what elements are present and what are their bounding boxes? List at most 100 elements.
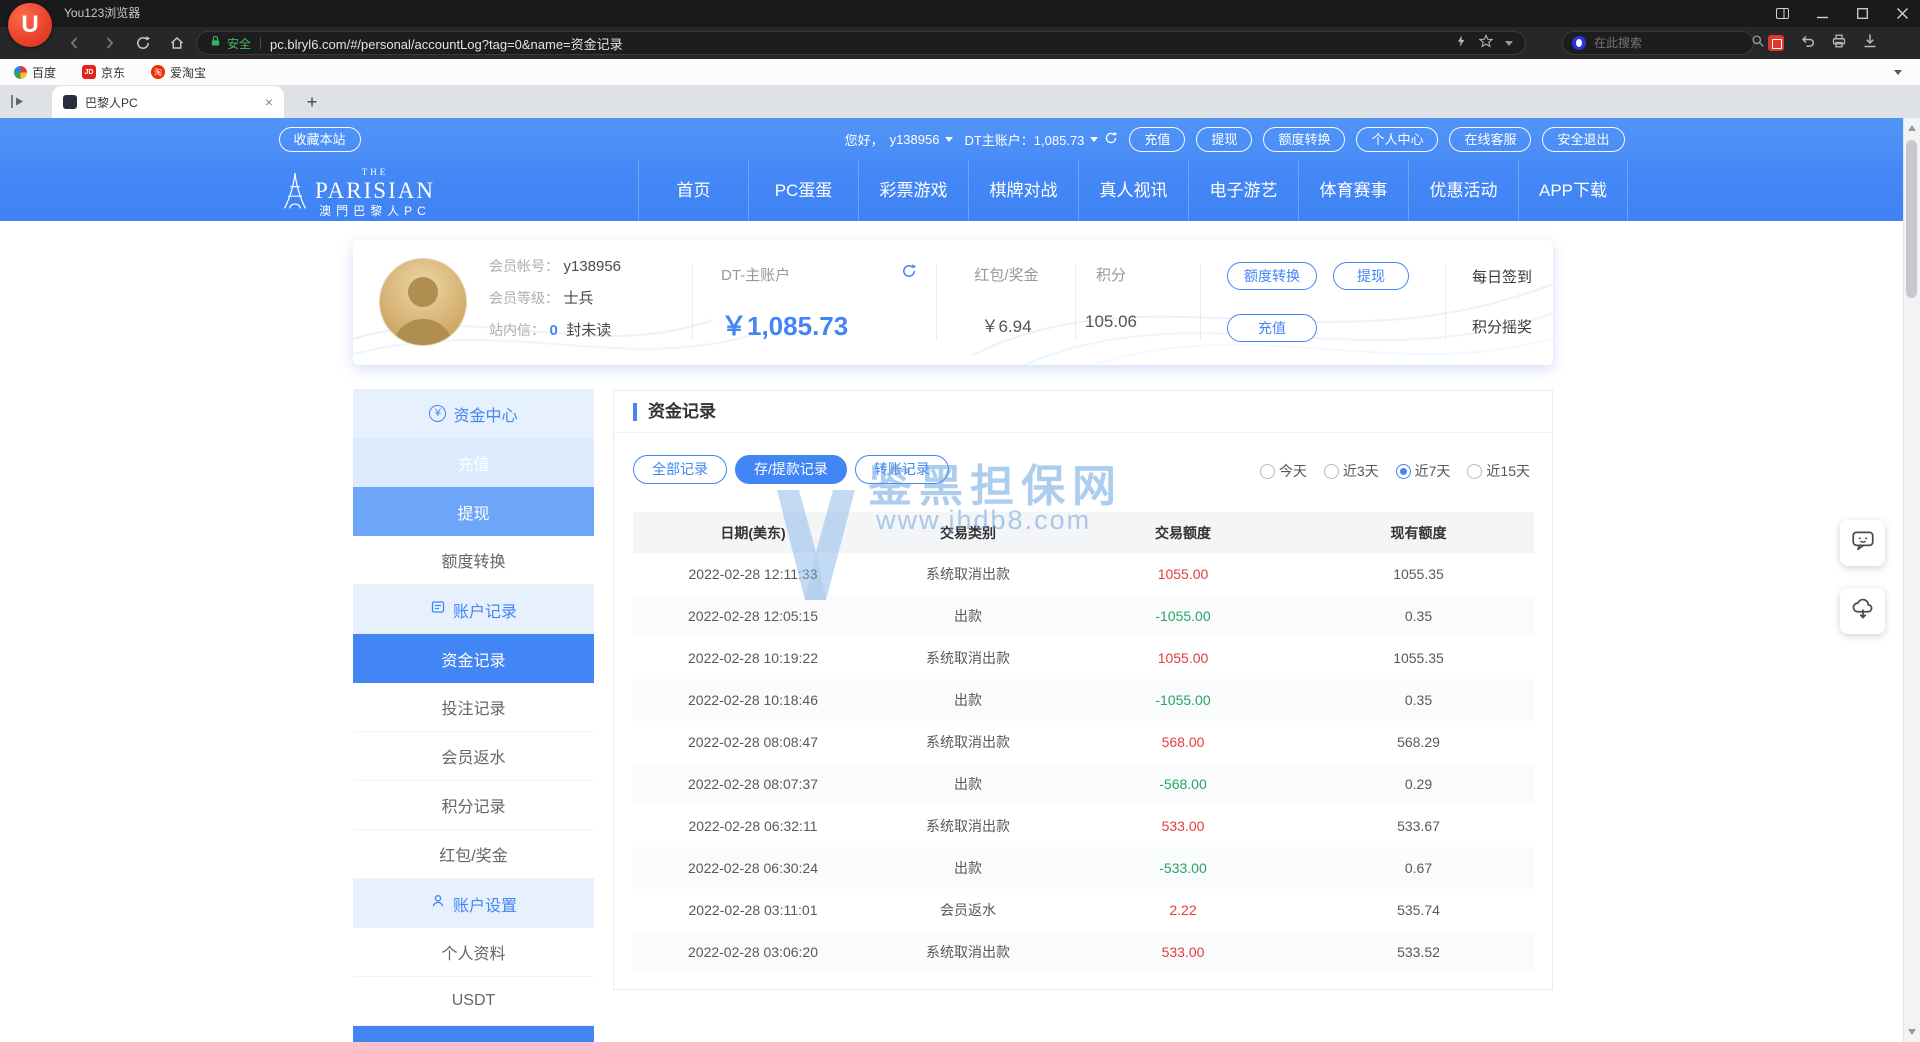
download-icon[interactable] [1862,33,1878,54]
close-icon[interactable] [1894,6,1910,22]
user-dropdown[interactable]: 您好， y138956 [845,130,954,149]
nav-live-casino[interactable]: 真人视讯 [1078,160,1188,221]
address-bar[interactable]: 安全 pc.blryl6.com/#/personal/accountLog?t… [196,31,1526,55]
range-today[interactable]: 今天 [1260,461,1307,481]
back-icon[interactable] [62,30,88,56]
bookmark-aitaobao[interactable]: 淘 爱淘宝 [151,64,206,81]
topbar-service-button[interactable]: 在线客服 [1449,127,1531,152]
title-accent-bar [633,403,637,421]
search-input[interactable] [1592,35,1751,51]
bookmarks-bar: 百度 JD 京东 淘 爱淘宝 [0,59,1920,86]
maximize-icon[interactable] [1854,6,1870,22]
tab-close-icon[interactable]: × [265,94,273,110]
tab-parisian[interactable]: 巴黎人PC × [52,86,284,118]
wallet-balance: ￥1,085.73 [721,306,848,343]
topbar-logout-button[interactable]: 安全退出 [1542,127,1624,152]
table-header-row: 日期(美东) 交易类别 交易额度 现有额度 [633,512,1534,553]
tab-deposit-withdraw-records[interactable]: 存/提款记录 [735,455,847,484]
window-controls [1774,0,1910,27]
scroll-down-icon[interactable] [1908,1029,1916,1035]
browser-logo[interactable]: U [8,3,52,47]
inbox-row[interactable]: 站内信： 0 封未读 [489,319,621,341]
scroll-up-icon[interactable] [1908,125,1916,131]
security-label: 安全 [227,35,251,52]
bookmark-star-icon[interactable] [1479,34,1493,53]
nav-promotions[interactable]: 优惠活动 [1408,160,1518,221]
sidebar-item-usdt[interactable]: USDT [353,977,594,1026]
lightning-icon[interactable] [1455,34,1467,53]
sidebar-item-account-settings[interactable]: 账户设置 [353,879,594,928]
url-dropdown-icon[interactable] [1505,41,1513,46]
undo-icon[interactable] [1799,33,1816,54]
sidebar-item-deposit[interactable]: 充值 [353,438,594,487]
sidebar-item-quota-transfer[interactable]: 额度转换 [353,536,594,585]
nav-pcdandan[interactable]: PC蛋蛋 [748,160,858,221]
page-scrollbar[interactable] [1903,118,1920,1042]
range-7days[interactable]: 近7天 [1396,461,1451,481]
radio-checked-icon[interactable] [1396,464,1411,479]
card-transfer-button[interactable]: 额度转换 [1227,262,1317,290]
main-account-dropdown[interactable]: DT主账户：1,085.73 [964,130,1118,149]
nav-app-download[interactable]: APP下载 [1518,160,1628,221]
bookmark-baidu[interactable]: 百度 [14,64,56,81]
topbar-withdraw-button[interactable]: 提现 [1196,127,1252,152]
bonus-value: ￥6.94 [938,312,1075,337]
greeting-text: 您好， [845,130,884,149]
nav-board-games[interactable]: 棋牌对战 [968,160,1078,221]
wallet-refresh-icon[interactable] [901,263,917,284]
sidebar-item-bet-records[interactable]: 投注记录 [353,683,594,732]
browser-panels-icon[interactable] [1774,6,1790,22]
user-caret-icon [945,137,953,142]
card-deposit-button[interactable]: 充值 [1227,314,1317,342]
sidebar-item-withdraw[interactable]: 提现 [353,487,594,536]
cloud-download-float-button[interactable] [1840,588,1885,634]
points-lottery-link[interactable]: 积分摇奖 [1459,316,1545,337]
printer-icon[interactable] [1831,33,1847,54]
nav-sports[interactable]: 体育赛事 [1298,160,1408,221]
sidebar-item-red-packet[interactable]: 红包/奖金 [353,830,594,879]
customer-service-float-button[interactable] [1840,520,1885,566]
site-logo[interactable]: THE PARISIAN 澳門巴黎人PC [282,168,435,218]
search-bar[interactable] [1562,31,1754,55]
bookmark-jd[interactable]: JD 京东 [82,64,125,81]
refresh-icon[interactable] [130,30,156,56]
nav-lottery[interactable]: 彩票游戏 [858,160,968,221]
tab-all-records[interactable]: 全部记录 [633,455,727,484]
new-tab-icon[interactable]: + [300,90,324,114]
range-15days[interactable]: 近15天 [1467,461,1530,481]
balance-refresh-icon[interactable] [1104,131,1118,148]
header-type: 交易类别 [873,512,1063,553]
capture-icon[interactable] [1768,35,1784,51]
fund-records-table: 日期(美东) 交易类别 交易额度 现有额度 2022-02-28 12:11:3… [633,512,1534,973]
jd-icon: JD [82,65,96,79]
topbar-profile-button[interactable]: 个人中心 [1356,127,1438,152]
bookmarks-overflow-icon[interactable] [1894,70,1902,75]
radio-icon[interactable] [1260,464,1275,479]
sidebar-item-fund-records[interactable]: 资金记录 [353,634,594,683]
topbar-deposit-button[interactable]: 充值 [1129,127,1185,152]
minimize-icon[interactable] [1814,6,1830,22]
home-icon[interactable] [164,30,190,56]
sidebar-item-member-rebate[interactable]: 会员返水 [353,732,594,781]
topbar-transfer-button[interactable]: 额度转换 [1263,127,1345,152]
tab-transfer-records[interactable]: 转账记录 [855,455,949,484]
daily-signin-link[interactable]: 每日签到 [1459,266,1545,287]
eiffel-tower-icon [282,170,308,217]
sidebar-item-funds-center[interactable]: ¥ 资金中心 [353,389,594,438]
sidebar-next-item-partial[interactable] [353,1026,594,1042]
favorite-site-button[interactable]: 收藏本站 [279,127,361,152]
table-row: 2022-02-28 08:07:37 出款 -568.00 0.29 [633,763,1534,805]
radio-icon[interactable] [1324,464,1339,479]
magnifier-icon[interactable] [1751,34,1765,53]
sidebar-item-points-records[interactable]: 积分记录 [353,781,594,830]
radio-icon[interactable] [1467,464,1482,479]
sidebar-toggle-icon[interactable] [10,94,26,114]
sidebar-item-profile[interactable]: 个人资料 [353,928,594,977]
nav-slots[interactable]: 电子游艺 [1188,160,1298,221]
sidebar-item-account-records[interactable]: 账户记录 [353,585,594,634]
range-3days[interactable]: 近3天 [1324,461,1379,481]
nav-home[interactable]: 首页 [638,160,748,221]
scrollbar-thumb[interactable] [1906,140,1917,298]
forward-icon[interactable] [96,30,122,56]
card-withdraw-button[interactable]: 提现 [1333,262,1409,290]
